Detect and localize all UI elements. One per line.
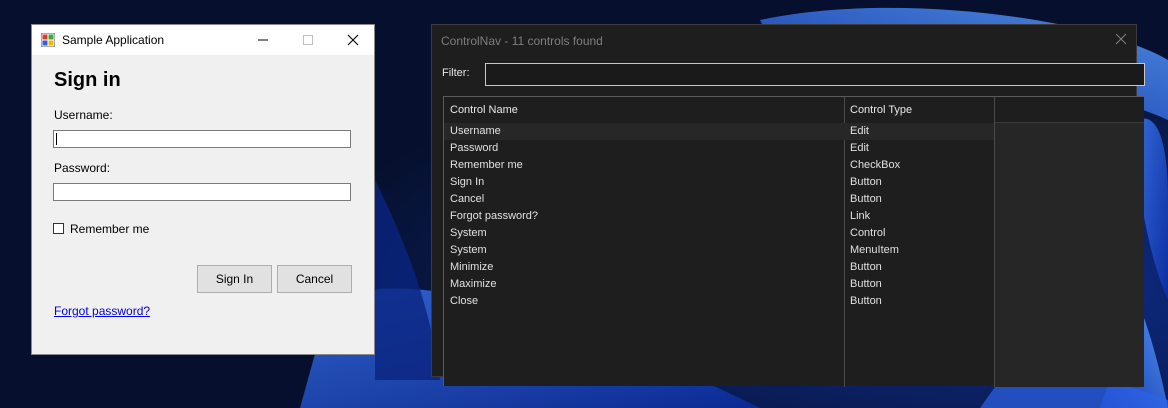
password-label: Password: [54,161,111,175]
password-field[interactable] [53,183,351,201]
table-row[interactable]: Cancel Button [444,191,994,208]
minimize-button[interactable] [240,25,285,55]
table-rows: Username Edit Password Edit Remember me Check… [444,123,994,310]
table-header: Control Name Control Type [444,97,1144,123]
control-name-cell: Password [450,142,499,154]
control-type-cell: Edit [850,142,869,154]
control-name-cell: Remember me [450,159,523,171]
table-row[interactable]: Minimize Button [444,259,994,276]
remember-me-label[interactable]: Remember me [70,222,149,236]
table-row[interactable]: Maximize Button [444,276,994,293]
controls-table[interactable]: Control Name Control Type Username Edit Pa… [443,96,1144,387]
remember-me-checkbox[interactable] [53,223,64,234]
filter-input[interactable] [485,63,1145,86]
table-row[interactable]: Close Button [444,293,994,310]
header-divider [994,122,1144,123]
control-type-cell: Button [850,193,882,205]
text-caret [56,133,57,145]
close-icon[interactable] [1115,33,1127,45]
control-type-cell: Button [850,278,882,290]
column-header-empty [994,97,1144,123]
control-type-cell: MenuItem [850,244,899,256]
control-type-cell: Button [850,261,882,273]
sign-in-heading: Sign in [54,69,121,91]
username-field[interactable] [53,130,351,148]
maximize-icon [302,35,313,45]
close-icon [347,34,358,46]
control-type-cell: Button [850,295,882,307]
app-icon[interactable] [41,33,55,47]
empty-column-area [995,123,1144,387]
column-divider[interactable] [994,97,995,387]
control-type-cell: CheckBox [850,159,901,171]
control-name-cell: System [450,244,487,256]
username-label: Username: [54,108,113,122]
table-row[interactable]: Forgot password? Link [444,208,994,225]
app-window-title: Sample Application [62,33,165,47]
table-row[interactable]: Remember me CheckBox [444,157,994,174]
table-row[interactable]: System MenuItem [444,242,994,259]
app-titlebar[interactable]: Sample Application [32,25,374,55]
close-button[interactable] [330,25,375,55]
sample-application-window: Sample Application Sign in Username: Pas… [31,24,375,355]
control-type-cell: Link [850,210,871,222]
cancel-button[interactable]: Cancel [277,265,352,293]
filter-label: Filter: [442,67,470,79]
table-row[interactable]: Sign In Button [444,174,994,191]
control-name-cell: Maximize [450,278,497,290]
control-name-cell: Username [450,125,501,137]
control-name-cell: Minimize [450,261,494,273]
control-name-cell: Sign In [450,176,485,188]
control-type-cell: Edit [850,125,869,137]
controlnav-title: ControlNav - 11 controls found [441,34,603,48]
controlnav-window: ControlNav - 11 controls found Filter: C… [431,24,1145,387]
column-header-control-type[interactable]: Control Type [844,97,994,123]
desktop: Sample Application Sign in Username: Pas… [0,0,1168,408]
maximize-button[interactable] [285,25,330,55]
control-name-cell: System [450,227,487,239]
table-row[interactable]: System Control [444,225,994,242]
table-row[interactable]: Username Edit [444,123,994,140]
control-name-cell: Forgot password? [450,210,539,222]
table-row[interactable]: Password Edit [444,140,994,157]
forgot-password-link[interactable]: Forgot password? [54,304,150,318]
minimize-icon [257,39,268,41]
sign-in-button[interactable]: Sign In [197,265,272,293]
column-header-control-name[interactable]: Control Name [444,97,844,123]
control-type-cell: Button [850,176,882,188]
control-name-cell: Close [450,295,479,307]
control-name-cell: Cancel [450,193,485,205]
control-type-cell: Control [850,227,886,239]
